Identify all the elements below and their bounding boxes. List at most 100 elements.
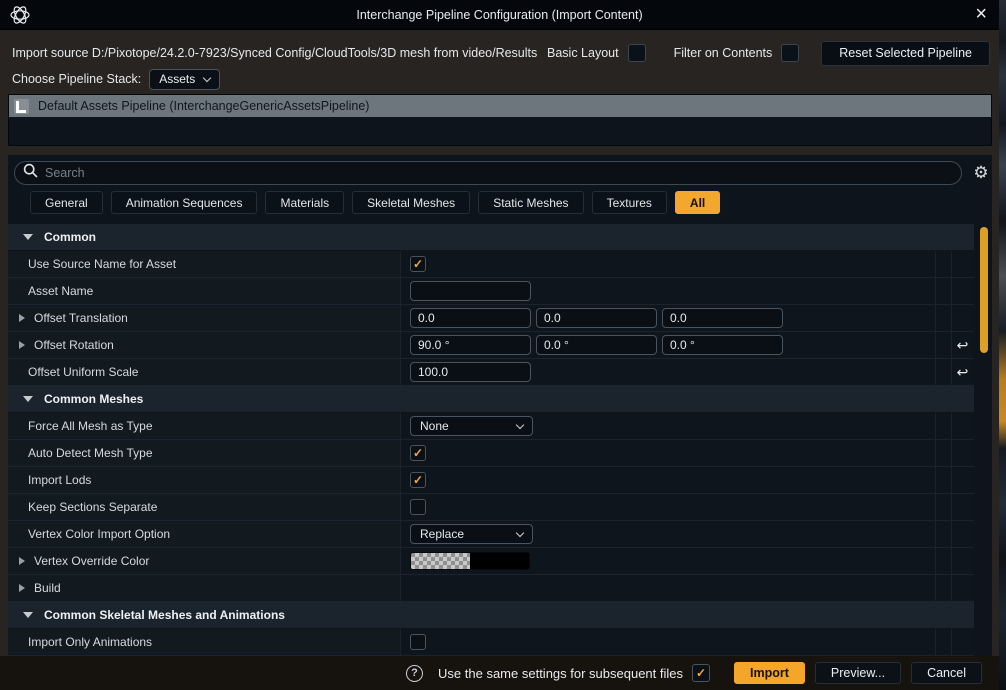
property-label-cell: Import Lods: [8, 467, 401, 493]
collapse-arrow-icon: [23, 396, 33, 402]
cancel-button[interactable]: Cancel: [911, 662, 982, 684]
property-label-cell: Vertex Override Color: [8, 548, 401, 574]
dialog: Interchange Pipeline Configuration (Impo…: [0, 0, 999, 690]
reset-to-default-icon[interactable]: ↩: [957, 364, 969, 381]
expand-arrow-icon[interactable]: [19, 584, 25, 592]
collapse-arrow-icon: [23, 234, 33, 240]
section-header-common[interactable]: Common: [8, 224, 974, 251]
reset-to-default-icon[interactable]: ↩: [957, 337, 969, 354]
property-row-force-all-mesh-as-type: Force All Mesh as TypeNone: [8, 413, 974, 440]
expand-arrow-icon[interactable]: [19, 557, 25, 565]
property-label-cell: Import Only Animations: [8, 629, 401, 655]
text-field[interactable]: [410, 281, 531, 301]
filter-on-contents-checkbox[interactable]: [781, 44, 799, 62]
checkbox[interactable]: ✓: [410, 256, 426, 272]
reset-cell: [952, 575, 973, 601]
import-source-row: Import source D:/Pixotope/24.2.0-7923/Sy…: [12, 40, 990, 66]
same-settings-checkbox[interactable]: ✓: [692, 664, 710, 682]
reset-cell: [952, 629, 973, 655]
section-header-common-skeletal-meshes-and-animations[interactable]: Common Skeletal Meshes and Animations: [8, 602, 974, 629]
reset-cell: ↩: [952, 332, 973, 358]
background-app-strip: [999, 0, 1006, 690]
property-label: Import Only Animations: [28, 635, 152, 649]
basic-layout-checkbox[interactable]: [628, 44, 646, 62]
property-value-cell: ✓: [401, 440, 936, 466]
reset-cell: [952, 305, 973, 331]
property-label-cell: Offset Translation: [8, 305, 401, 331]
close-icon[interactable]: ×: [975, 0, 987, 30]
spacer-cell: [936, 629, 952, 655]
scrollbar-thumb[interactable]: [980, 227, 988, 353]
reset-cell: [952, 440, 973, 466]
property-grid: CommonUse Source Name for Asset✓Asset Na…: [8, 224, 974, 656]
property-row-offset-uniform-scale: Offset Uniform Scale ↩: [8, 359, 974, 386]
property-label-cell: Offset Rotation: [8, 332, 401, 358]
property-row-offset-rotation: Offset Rotation ↩: [8, 332, 974, 359]
property-row-auto-detect-mesh-type: Auto Detect Mesh Type✓: [8, 440, 974, 467]
chevron-down-icon: [516, 528, 524, 536]
property-label: Build: [34, 581, 61, 595]
text-field[interactable]: [410, 362, 531, 382]
dropdown-select[interactable]: None: [410, 416, 533, 436]
numeric-field[interactable]: [662, 335, 783, 355]
numeric-field[interactable]: [536, 335, 657, 355]
section-title: Common Skeletal Meshes and Animations: [44, 608, 285, 622]
tab-static-meshes[interactable]: Static Meshes: [478, 191, 583, 214]
property-label: Vertex Override Color: [34, 554, 149, 568]
pipeline-list-item[interactable]: Default Assets Pipeline (InterchangeGene…: [9, 95, 991, 117]
reset-cell: [952, 521, 973, 547]
property-label: Vertex Color Import Option: [28, 527, 170, 541]
checkbox[interactable]: ✓: [410, 445, 426, 461]
property-value-cell: ✓: [401, 494, 936, 520]
property-label: Offset Uniform Scale: [28, 365, 138, 379]
numeric-field[interactable]: [662, 308, 783, 328]
numeric-field[interactable]: [410, 308, 531, 328]
property-label: Offset Rotation: [34, 338, 114, 352]
search-box: [14, 161, 962, 185]
property-row-keep-sections-separate: Keep Sections Separate✓: [8, 494, 974, 521]
section-header-common-meshes[interactable]: Common Meshes: [8, 386, 974, 413]
basic-layout-label: Basic Layout: [547, 46, 619, 60]
tab-textures[interactable]: Textures: [592, 191, 667, 214]
spacer-cell: [936, 305, 952, 331]
category-tabs: General Animation Sequences Materials Skele…: [30, 191, 720, 214]
dropdown-select[interactable]: Replace: [410, 524, 533, 544]
pipeline-stack-select[interactable]: Assets: [149, 69, 220, 90]
color-swatch[interactable]: [410, 552, 530, 570]
property-value-cell: ✓: [401, 467, 936, 493]
title-bar: Interchange Pipeline Configuration (Impo…: [0, 0, 999, 30]
preview-button[interactable]: Preview...: [815, 662, 901, 684]
import-button[interactable]: Import: [734, 662, 805, 684]
property-row-import-only-animations: Import Only Animations ✓: [8, 629, 974, 656]
tab-all[interactable]: All: [675, 191, 720, 214]
expand-arrow-icon[interactable]: [19, 341, 25, 349]
property-value-cell: Replace: [401, 521, 936, 547]
settings-gear-icon[interactable]: ⚙: [970, 161, 992, 185]
dropdown-value: None: [420, 419, 449, 433]
dropdown-value: Replace: [420, 527, 464, 541]
property-label: Offset Translation: [34, 311, 128, 325]
expand-arrow-icon[interactable]: [19, 314, 25, 322]
checkbox[interactable]: ✓: [410, 499, 426, 515]
tab-materials[interactable]: Materials: [265, 191, 344, 214]
checkbox[interactable]: ✓: [410, 634, 426, 650]
reset-cell: [952, 467, 973, 493]
property-row-vertex-override-color: Vertex Override Color: [8, 548, 974, 575]
help-icon[interactable]: ?: [406, 665, 423, 682]
search-input[interactable]: [45, 166, 961, 180]
property-value-cell: None: [401, 413, 936, 439]
same-settings-label: Use the same settings for subsequent fil…: [438, 666, 683, 681]
chevron-down-icon: [203, 73, 211, 81]
search-icon: [23, 163, 38, 183]
property-value-cell: [401, 305, 936, 331]
property-row-asset-name: Asset Name: [8, 278, 974, 305]
reset-selected-pipeline-button[interactable]: Reset Selected Pipeline: [821, 41, 990, 66]
property-value-cell: [401, 548, 936, 574]
spacer-cell: [936, 521, 952, 547]
checkbox[interactable]: ✓: [410, 472, 426, 488]
tab-animation-sequences[interactable]: Animation Sequences: [111, 191, 258, 214]
tab-skeletal-meshes[interactable]: Skeletal Meshes: [352, 191, 470, 214]
tab-general[interactable]: General: [30, 191, 103, 214]
numeric-field[interactable]: [536, 308, 657, 328]
numeric-field[interactable]: [410, 335, 531, 355]
